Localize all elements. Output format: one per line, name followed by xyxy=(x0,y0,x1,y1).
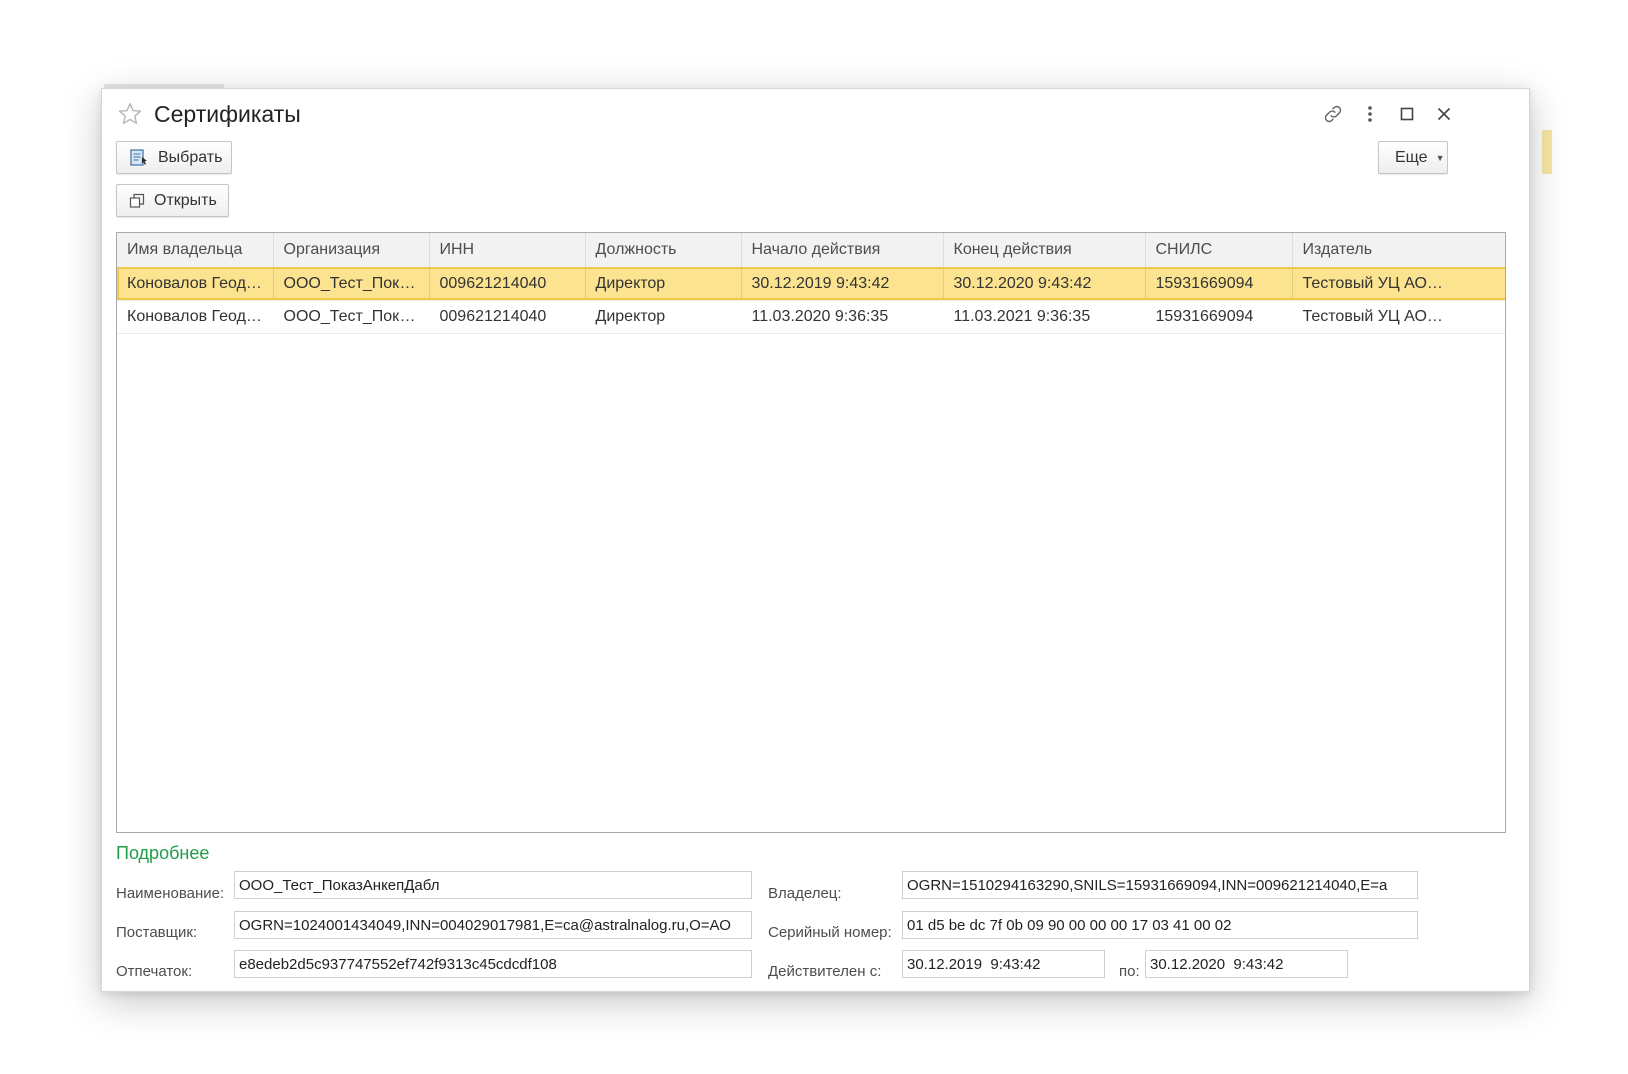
title-bar: Сертификаты xyxy=(102,89,1529,139)
details-section-title[interactable]: Подробнее xyxy=(116,843,209,864)
select-button[interactable]: Выбрать xyxy=(116,141,232,174)
open-button-label: Открыть xyxy=(154,191,217,209)
table-cell: ООО_Тест_Пока… xyxy=(273,267,430,301)
table-cell: 009621214040 xyxy=(429,300,585,334)
select-icon xyxy=(129,148,149,168)
table-cell: Директор xyxy=(585,267,742,301)
valid-to-label: по: xyxy=(1119,963,1140,980)
valid-from-label: Действителен с: xyxy=(768,963,882,980)
name-field[interactable] xyxy=(234,871,752,899)
table-cell: Коновалов Геод… xyxy=(117,267,274,301)
column-header-organization[interactable]: Организация xyxy=(273,233,430,268)
supplier-label: Поставщик: xyxy=(116,924,198,941)
favorite-star-icon[interactable] xyxy=(117,101,143,127)
column-header-owner[interactable]: Имя владельца xyxy=(117,233,274,268)
valid-from-field[interactable] xyxy=(902,950,1105,978)
table-cell: 30.12.2020 9:43:42 xyxy=(943,267,1146,301)
table-cell: 15931669094 xyxy=(1145,267,1293,301)
table-cell: ООО_Тест_Пока… xyxy=(273,300,429,334)
column-header-position[interactable]: Должность xyxy=(585,233,742,268)
table-header-row: Имя владельца Организация ИНН Должность … xyxy=(117,233,1505,268)
column-header-snils[interactable]: СНИЛС xyxy=(1145,233,1293,268)
select-button-label: Выбрать xyxy=(158,148,223,166)
serial-number-field[interactable] xyxy=(902,911,1418,939)
thumbprint-field[interactable] xyxy=(234,950,752,978)
table-cell: 11.03.2020 9:36:35 xyxy=(741,300,943,334)
column-header-inn[interactable]: ИНН xyxy=(429,233,586,268)
owner-label: Владелец: xyxy=(768,885,842,902)
background-panel xyxy=(1542,130,1552,174)
name-label: Наименование: xyxy=(116,885,225,902)
table-cell: 30.12.2019 9:43:42 xyxy=(741,267,944,301)
more-button-label: Еще xyxy=(1395,148,1428,166)
window-title: Сертификаты xyxy=(154,101,301,127)
certificates-table[interactable]: Имя владельца Организация ИНН Должность … xyxy=(116,232,1506,833)
maximize-icon[interactable] xyxy=(1394,101,1420,127)
table-row[interactable]: Коновалов Геод… ООО_Тест_Пока… 009621214… xyxy=(117,300,1505,334)
more-actions-icon[interactable] xyxy=(1357,101,1383,127)
more-button[interactable]: Еще ▼ xyxy=(1378,141,1448,174)
thumbprint-label: Отпечаток: xyxy=(116,963,193,980)
table-cell: 009621214040 xyxy=(429,267,586,301)
column-header-start[interactable]: Начало действия xyxy=(741,233,944,268)
table-cell: 11.03.2021 9:36:35 xyxy=(943,300,1145,334)
close-icon[interactable] xyxy=(1431,101,1457,127)
supplier-field[interactable] xyxy=(234,911,752,939)
open-button[interactable]: Открыть xyxy=(116,184,229,217)
table-cell: Тестовый УЦ АО… xyxy=(1292,300,1505,334)
table-cell: Директор xyxy=(585,300,741,334)
table-cell: 15931669094 xyxy=(1145,300,1292,334)
table-cell: Коновалов Геод… xyxy=(117,300,273,334)
table-cell: Тестовый УЦ АО… xyxy=(1292,267,1505,301)
valid-to-field[interactable] xyxy=(1145,950,1348,978)
serial-number-label: Серийный номер: xyxy=(768,924,892,941)
table-row[interactable]: Коновалов Геод… ООО_Тест_Пока… 009621214… xyxy=(117,267,1505,301)
chevron-down-icon: ▼ xyxy=(1435,152,1445,163)
owner-field[interactable] xyxy=(902,871,1418,899)
column-header-end[interactable]: Конец действия xyxy=(943,233,1146,268)
column-header-issuer[interactable]: Издатель xyxy=(1292,233,1505,268)
certificates-window: Сертификаты Выбрать Открыть Еще ▼ Имя вл… xyxy=(101,88,1530,992)
link-icon[interactable] xyxy=(1320,101,1346,127)
open-window-icon xyxy=(129,191,145,211)
